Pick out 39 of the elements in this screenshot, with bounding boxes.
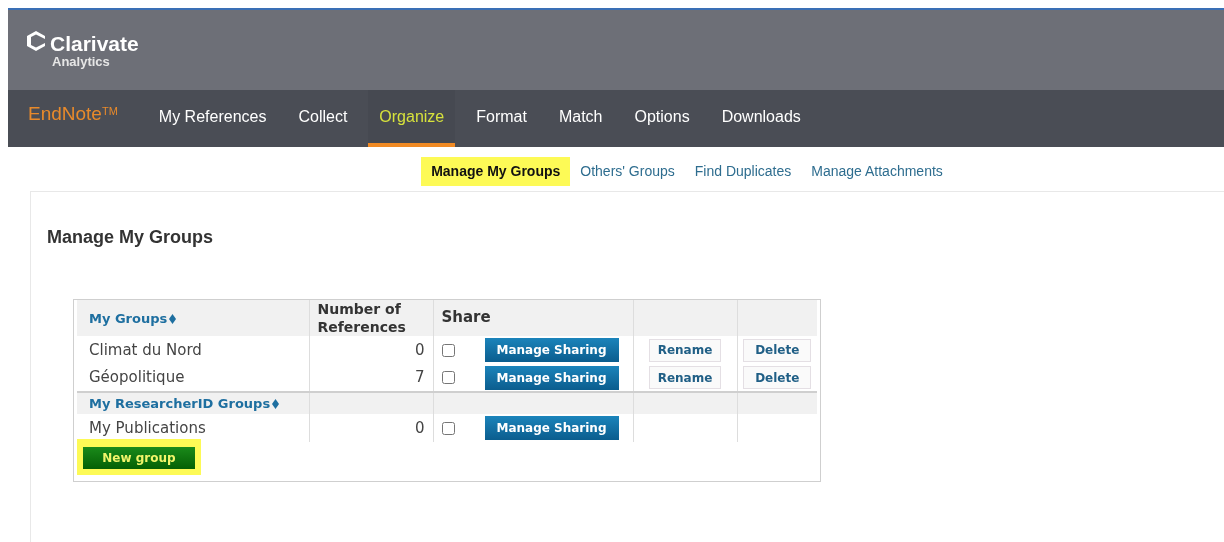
product-name: EndNote$^{TM}$ (28, 102, 118, 127)
brand-subtitle: Analytics (52, 54, 111, 68)
sort-icon[interactable] (169, 313, 177, 324)
nav-tab[interactable]: Collect (287, 90, 359, 147)
reference-count: 0 (414, 418, 425, 437)
manage-sharing-button[interactable]: Manage Sharing (484, 338, 619, 362)
logo-icon (26, 30, 46, 52)
action-button[interactable]: Rename (648, 338, 722, 362)
page-title: Manage My Groups (47, 226, 215, 249)
manage-sharing-button[interactable]: Manage Sharing (484, 416, 619, 440)
subnav-link[interactable]: Others' Groups (570, 157, 685, 186)
manage-sharing-button[interactable]: Manage Sharing (484, 365, 619, 390)
nav-tab[interactable]: Format (465, 90, 538, 147)
subnav-link[interactable]: Find Duplicates (684, 157, 802, 186)
column-header: Number of References (317, 300, 407, 336)
action-button[interactable]: Delete (743, 366, 812, 389)
group-name: Climat du Nord (89, 340, 202, 359)
group-name: Géopolitique (89, 368, 185, 387)
subnav-link[interactable]: Manage My Groups (421, 157, 571, 186)
action-button[interactable]: Rename (648, 366, 722, 389)
sort-icon[interactable] (272, 399, 280, 409)
nav-tab[interactable]: Options (623, 90, 701, 147)
brand-name: Clarivate (50, 32, 139, 54)
nav-tab[interactable]: Match (547, 90, 614, 147)
column-header: Share (441, 307, 492, 328)
group-heading[interactable]: My Groups (89, 310, 168, 326)
nav-tab[interactable]: Organize (368, 90, 456, 147)
group-heading[interactable]: My ResearcherID Groups (89, 396, 271, 411)
reference-count: 0 (414, 340, 425, 359)
nav-tab[interactable]: Downloads (710, 90, 812, 147)
nav-tab[interactable]: My References (147, 90, 278, 147)
share-checkbox[interactable] (441, 371, 455, 384)
group-name: My Publications (89, 418, 206, 437)
new-group-button[interactable]: New group (83, 447, 195, 469)
subnav-link[interactable]: Manage Attachments (801, 157, 953, 186)
share-checkbox[interactable] (441, 421, 455, 435)
reference-count: 7 (414, 368, 425, 387)
action-button[interactable]: Delete (743, 338, 812, 362)
share-checkbox[interactable] (441, 343, 455, 357)
